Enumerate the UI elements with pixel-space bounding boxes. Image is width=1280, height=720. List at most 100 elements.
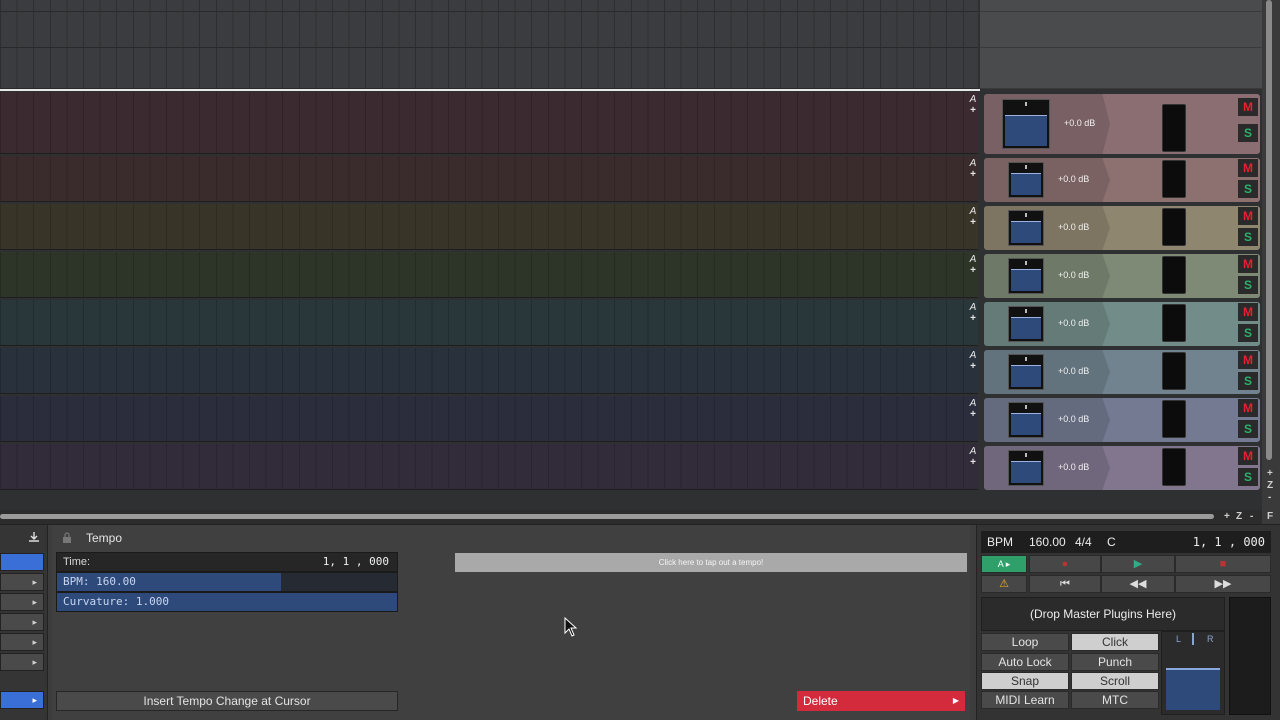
add-automation-button[interactable]: +: [966, 217, 980, 228]
editor-list-item[interactable]: ▸: [0, 691, 44, 709]
track-lane[interactable]: [0, 300, 978, 346]
automation-button[interactable]: A: [966, 398, 980, 409]
download-icon[interactable]: [28, 531, 40, 546]
gain-fader[interactable]: [1002, 99, 1050, 149]
solo-button[interactable]: S: [1238, 228, 1258, 246]
rewind-button[interactable]: ◀◀: [1101, 575, 1175, 593]
track-lane[interactable]: [0, 252, 978, 298]
automation-button[interactable]: A: [966, 254, 980, 265]
top-lane[interactable]: [0, 12, 978, 48]
track-lane[interactable]: [0, 204, 978, 250]
gain-fader[interactable]: [1008, 354, 1044, 390]
midi-learn-button[interactable]: MIDI Learn: [981, 691, 1069, 709]
gain-fader[interactable]: [1008, 258, 1044, 294]
master-fader-fill: [1166, 668, 1220, 710]
gain-value: +0.0 dB: [1064, 118, 1096, 128]
solo-button[interactable]: S: [1238, 276, 1258, 294]
track-lane[interactable]: [0, 92, 978, 154]
automation-button[interactable]: A: [966, 206, 980, 217]
track-lane[interactable]: [0, 348, 978, 394]
gain-fader[interactable]: [1008, 402, 1044, 438]
automation-button[interactable]: A: [966, 158, 980, 169]
h-zoom-fit-button[interactable]: F: [1267, 511, 1273, 522]
lock-icon[interactable]: [62, 531, 72, 543]
meter-display[interactable]: 4/4: [1075, 531, 1092, 553]
gain-fader[interactable]: [1008, 162, 1044, 198]
zoom-in-button[interactable]: +: [1267, 468, 1273, 479]
mute-button[interactable]: M: [1238, 303, 1258, 321]
solo-button[interactable]: S: [1238, 468, 1258, 486]
bpm-field[interactable]: BPM: 160.00: [56, 572, 398, 592]
loop-button[interactable]: Loop: [981, 633, 1069, 651]
add-automation-button[interactable]: +: [966, 265, 980, 276]
curvature-field[interactable]: Curvature: 1.000: [56, 592, 398, 612]
add-automation-button[interactable]: +: [966, 169, 980, 180]
auto-lock-button[interactable]: Auto Lock: [981, 653, 1069, 671]
add-automation-button[interactable]: +: [966, 105, 980, 116]
mute-button[interactable]: M: [1238, 255, 1258, 273]
automation-button[interactable]: A: [966, 446, 980, 457]
tap-tempo-button[interactable]: Click here to tap out a tempo!: [455, 553, 967, 572]
mtc-button[interactable]: MTC: [1071, 691, 1159, 709]
top-lane[interactable]: [0, 0, 978, 12]
record-button[interactable]: ●: [1029, 555, 1101, 573]
zoom-out-button[interactable]: -: [1268, 492, 1271, 503]
h-zoom-out-button[interactable]: -: [1250, 511, 1253, 522]
add-automation-button[interactable]: +: [966, 409, 980, 420]
punch-button[interactable]: Punch: [1071, 653, 1159, 671]
delete-button[interactable]: Delete ▶: [797, 691, 965, 711]
editor-list-item[interactable]: [0, 553, 44, 571]
editor-list-item[interactable]: ▸: [0, 633, 44, 651]
vertical-scroll-thumb[interactable]: [1266, 0, 1272, 460]
track-lane[interactable]: [0, 396, 978, 442]
add-automation-button[interactable]: +: [966, 457, 980, 468]
mute-button[interactable]: M: [1238, 98, 1258, 116]
automation-button[interactable]: A: [966, 350, 980, 361]
gain-fader[interactable]: [1008, 210, 1044, 246]
editor-list-item[interactable]: ▸: [0, 593, 44, 611]
mute-button[interactable]: M: [1238, 207, 1258, 225]
solo-button[interactable]: S: [1238, 372, 1258, 390]
mute-button[interactable]: M: [1238, 159, 1258, 177]
bpm-display[interactable]: 160.00: [1029, 531, 1066, 553]
horizontal-scrollbar[interactable]: + Z - F: [0, 510, 1273, 524]
track-lane[interactable]: [0, 444, 978, 490]
time-field[interactable]: Time: 1, 1 , 000: [56, 552, 398, 572]
top-lane[interactable]: [0, 48, 978, 89]
gain-fader[interactable]: [1008, 306, 1044, 342]
solo-button[interactable]: S: [1238, 324, 1258, 342]
gain-value: +0.0 dB: [1058, 270, 1090, 280]
editor-list-item[interactable]: ▸: [0, 653, 44, 671]
timeline-area: A + +0.0 dB M S A + +0.0 dB M S A + +0.0 dB M S A + +0.0 …: [0, 0, 1280, 525]
snap-button[interactable]: Snap: [981, 672, 1069, 690]
add-automation-button[interactable]: +: [966, 313, 980, 324]
position-display[interactable]: 1, 1 , 000: [1193, 531, 1265, 553]
editor-list-item[interactable]: ▸: [0, 613, 44, 631]
warning-icon[interactable]: ⚠: [981, 575, 1027, 593]
mute-button[interactable]: M: [1238, 351, 1258, 369]
to-start-button[interactable]: ⏮: [1029, 575, 1101, 593]
play-mode-button[interactable]: A ▸: [981, 555, 1027, 573]
gain-fader[interactable]: [1008, 450, 1044, 486]
mute-button[interactable]: M: [1238, 447, 1258, 465]
key-display[interactable]: C: [1107, 531, 1116, 553]
play-button[interactable]: ▶: [1101, 555, 1175, 573]
solo-button[interactable]: S: [1238, 180, 1258, 198]
horizontal-scroll-thumb[interactable]: [0, 514, 1214, 519]
click-button[interactable]: Click: [1071, 633, 1159, 651]
master-plugins-drop-zone[interactable]: (Drop Master Plugins Here): [981, 597, 1225, 631]
forward-button[interactable]: ▶▶: [1175, 575, 1271, 593]
scroll-button[interactable]: Scroll: [1071, 672, 1159, 690]
solo-button[interactable]: S: [1238, 124, 1258, 142]
add-automation-button[interactable]: +: [966, 361, 980, 372]
master-pan-fader[interactable]: L R: [1161, 631, 1225, 715]
solo-button[interactable]: S: [1238, 420, 1258, 438]
h-zoom-in-button[interactable]: +: [1224, 511, 1230, 522]
track-lane[interactable]: [0, 156, 978, 202]
automation-button[interactable]: A: [966, 302, 980, 313]
editor-list-item[interactable]: ▸: [0, 573, 44, 591]
automation-button[interactable]: A: [966, 94, 980, 105]
insert-tempo-button[interactable]: Insert Tempo Change at Cursor: [56, 691, 398, 711]
stop-button[interactable]: ■: [1175, 555, 1271, 573]
mute-button[interactable]: M: [1238, 399, 1258, 417]
